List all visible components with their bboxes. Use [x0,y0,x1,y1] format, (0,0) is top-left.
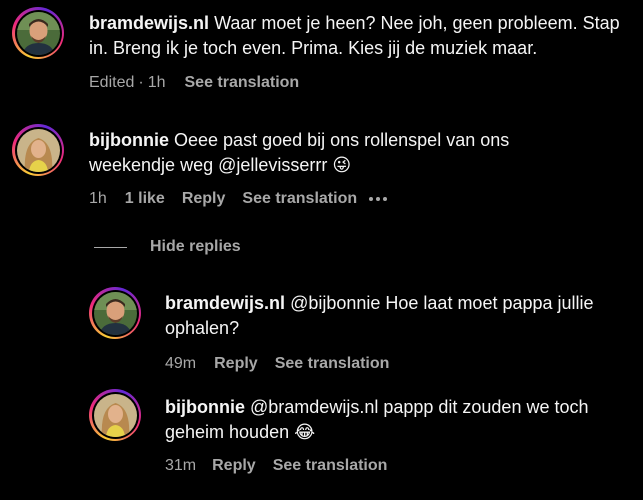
avatar[interactable] [12,7,64,59]
comment-time: 1h [89,190,107,207]
avatar[interactable] [12,124,64,176]
more-dots-icon[interactable] [369,197,388,201]
reply-time: 31m [165,457,197,474]
comment-username[interactable]: bijbonnie [89,130,169,150]
see-translation-button[interactable]: See translation [242,190,357,208]
replies-divider-line [94,246,127,248]
reply-button[interactable]: Reply [212,457,256,475]
reply-username[interactable]: bramdewijs.nl [165,293,285,313]
profile-photo-woman-icon [16,128,60,172]
comment-meta: Edited · 1h See translation [89,74,316,92]
avatar[interactable] [89,287,141,339]
comment-time: 1h [147,74,166,91]
hide-replies-toggle[interactable]: Hide replies [94,238,241,256]
profile-photo-man-icon [93,291,137,335]
comment-text: bijbonnie Oeee past goed bij ons rollens… [89,128,569,178]
reply-time: 49m [165,355,197,372]
comment-meta: 1h 1 like Reply See translation [89,190,404,208]
reply-text: bijbonnie @bramdewijs.nl pappp dit zoude… [165,395,615,445]
comment-username[interactable]: bramdewijs.nl [89,13,209,33]
profile-photo-man-icon [16,11,60,55]
edited-label: Edited [89,74,135,91]
see-translation-button[interactable]: See translation [185,74,300,92]
reply-meta: 31m Reply See translation [165,457,404,475]
reply-username[interactable]: bijbonnie [165,397,245,417]
reply-meta: 49m Reply See translation [165,355,406,373]
reply-button[interactable]: Reply [214,355,258,373]
see-translation-button[interactable]: See translation [275,355,390,373]
meta-separator: · [138,74,144,91]
see-translation-button[interactable]: See translation [273,457,388,475]
profile-photo-woman-icon [93,393,137,437]
likes-count-button[interactable]: 1 like [125,190,165,208]
reply-button[interactable]: Reply [182,190,226,208]
hide-replies-label[interactable]: Hide replies [150,238,241,256]
comment-text: bramdewijs.nl Waar moet je heen? Nee joh… [89,11,639,61]
avatar[interactable] [89,389,141,441]
reply-text: bramdewijs.nl @bijbonnie Hoe laat moet p… [165,291,615,341]
